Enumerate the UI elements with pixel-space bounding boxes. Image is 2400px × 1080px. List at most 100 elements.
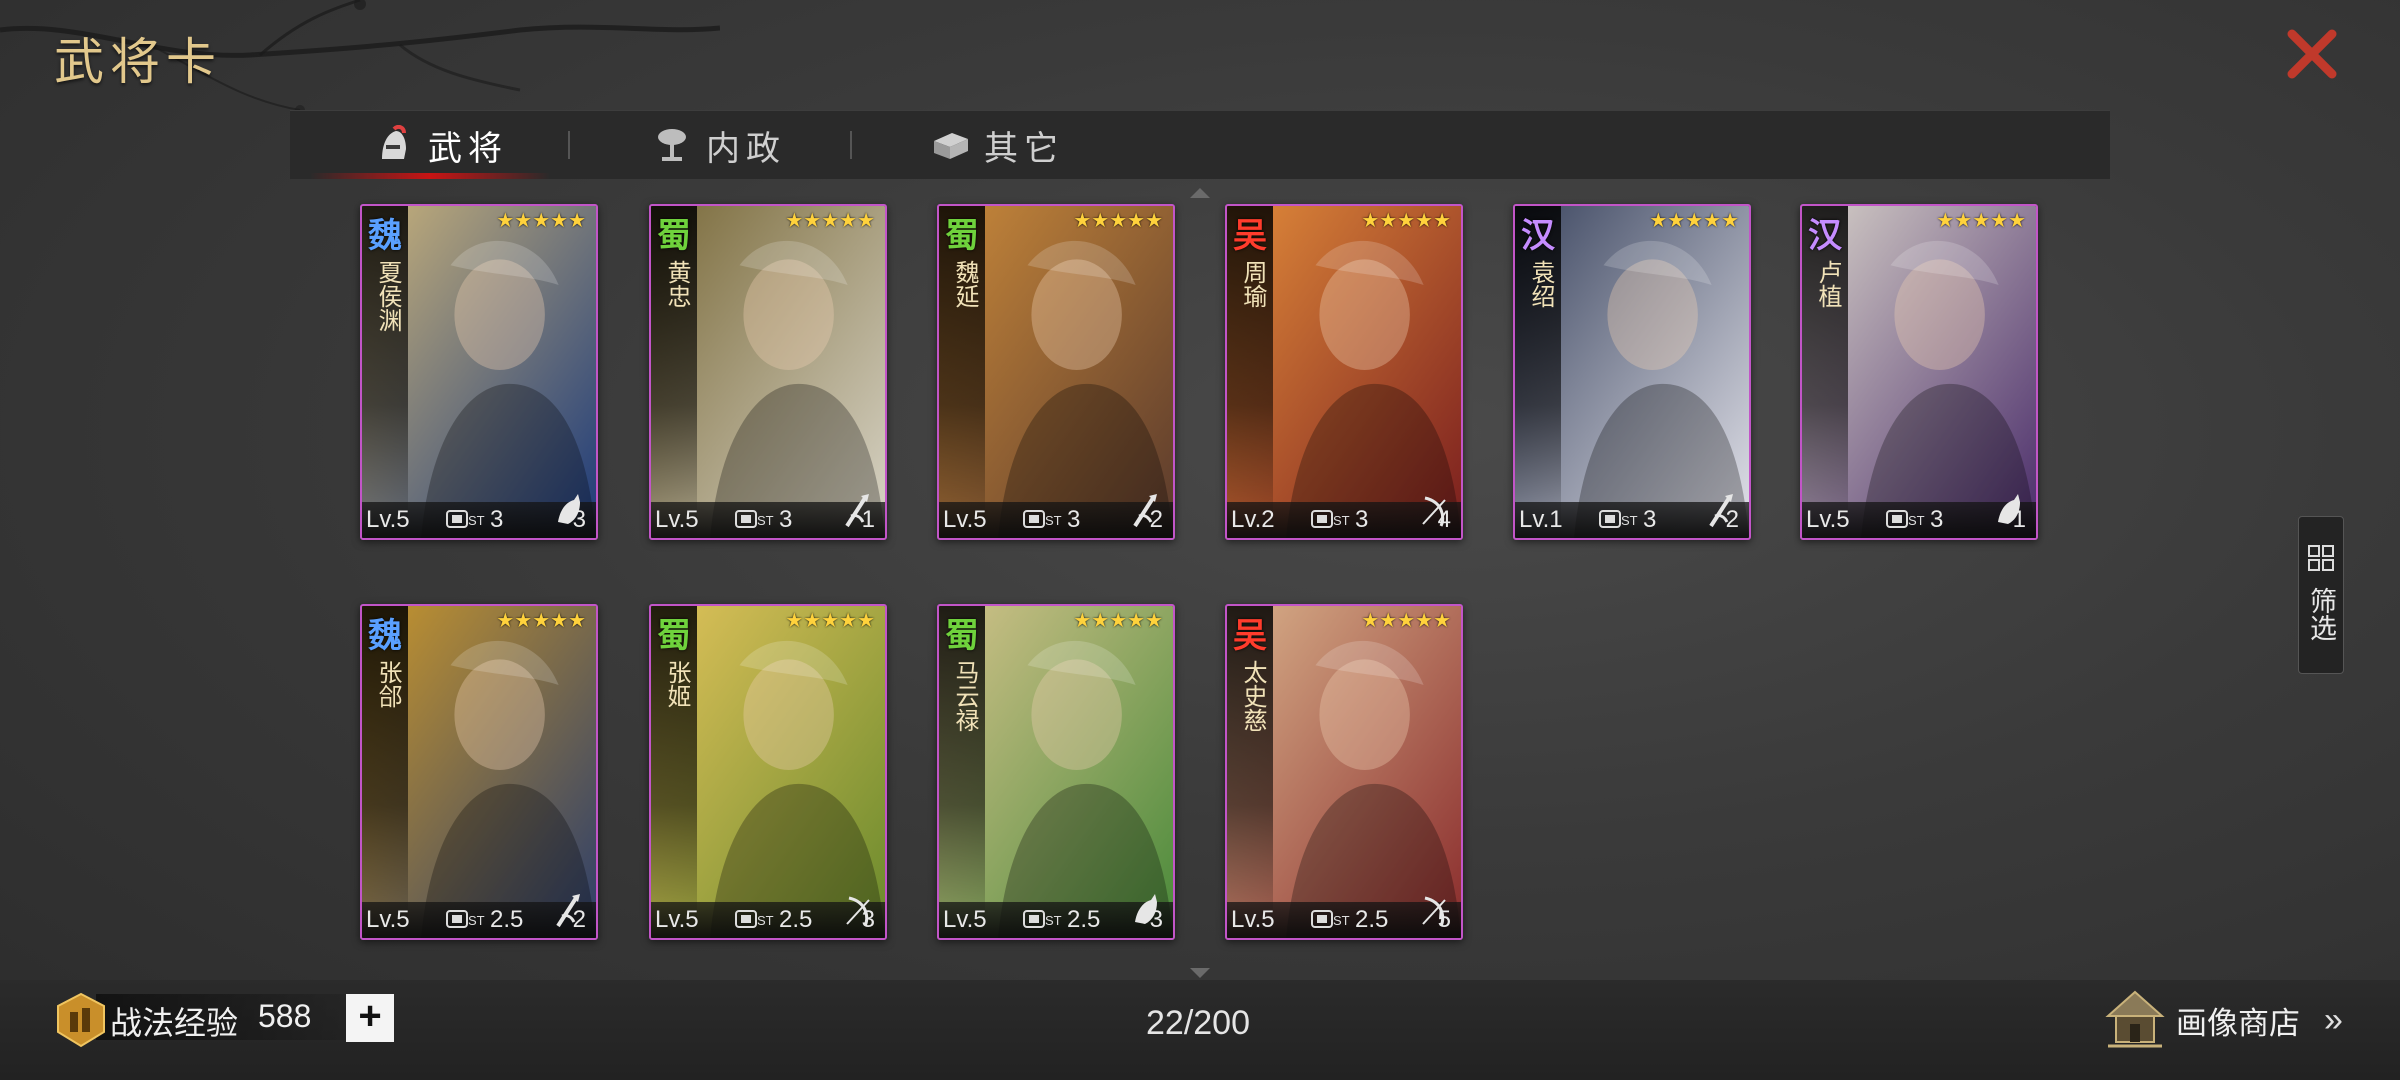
faction-badge: 魏 xyxy=(368,216,402,256)
general-name: 张姬 xyxy=(663,660,691,708)
cost-value: 2.5 xyxy=(1067,906,1101,933)
close-icon[interactable] xyxy=(2280,22,2344,86)
cost-icon-label: ST xyxy=(1908,513,1925,528)
filter-label: 筛选 xyxy=(2305,587,2336,641)
cost-value: 3 xyxy=(1930,506,1944,533)
card-stats-bar: Lv.5 ST 3 3 xyxy=(362,494,596,538)
card-count: 22/200 xyxy=(1146,1004,1250,1042)
filter-button[interactable]: 筛选 xyxy=(2298,516,2344,674)
general-card[interactable]: 汉卢植 ★★★★★ Lv.5 ST 3 1 xyxy=(1800,204,2038,540)
card-stats-bar: Lv.5 ST 2.5 2 xyxy=(362,894,596,938)
tactic-exp-value: 588 xyxy=(258,998,312,1034)
level-label: Lv.5 xyxy=(943,506,987,533)
tactic-exp-icon xyxy=(57,992,105,1048)
box-icon xyxy=(934,133,968,159)
card-count-value: 2 xyxy=(1149,506,1163,533)
tab-label: 其它 xyxy=(984,128,1064,169)
cost-icon: ST xyxy=(735,510,774,528)
star-rating: ★★★★★ xyxy=(1361,610,1451,632)
card-count-value: 2 xyxy=(572,906,586,933)
cost-icon-label: ST xyxy=(757,513,774,528)
general-name: 张郃 xyxy=(374,660,402,708)
general-card[interactable]: 蜀黄忠 ★★★★★ Lv.5 ST 3 1 xyxy=(649,204,887,540)
cost-icon: ST xyxy=(1311,910,1350,928)
star-rating: ★★★★★ xyxy=(785,210,875,232)
faction-badge: 蜀 xyxy=(945,216,979,256)
star-rating: ★★★★★ xyxy=(785,610,875,632)
general-card[interactable]: 蜀张姬 ★★★★★ Lv.5 ST 2.5 3 xyxy=(649,604,887,940)
add-exp-button[interactable]: + xyxy=(346,994,394,1042)
general-card[interactable]: 魏张郃 ★★★★★ Lv.5 ST 2.5 2 xyxy=(360,604,598,940)
general-card[interactable]: 魏夏侯渊 ★★★★★ Lv.5 ST 3 3 xyxy=(360,204,598,540)
faction-badge: 蜀 xyxy=(657,616,691,656)
tab-label: 内政 xyxy=(706,128,786,169)
star-rating: ★★★★★ xyxy=(1073,610,1163,632)
general-name: 卢植 xyxy=(1814,260,1842,308)
tab-separator xyxy=(850,131,852,159)
general-name: 周瑜 xyxy=(1239,260,1267,308)
faction-badge: 汉 xyxy=(1808,216,1842,256)
card-count-value: 3 xyxy=(1149,906,1163,933)
tree-icon xyxy=(658,129,686,161)
page-title: 武将卡 xyxy=(54,33,222,91)
scroll-down-icon xyxy=(1190,968,1210,978)
tab-internal-affairs[interactable]: 内政 xyxy=(652,111,786,179)
cost-icon-label: ST xyxy=(1333,913,1350,928)
level-label: Lv.5 xyxy=(1806,506,1850,533)
general-name: 魏延 xyxy=(951,260,979,308)
card-stats-bar: Lv.5 ST 3 2 xyxy=(939,494,1173,538)
cost-icon-label: ST xyxy=(1045,513,1062,528)
general-card[interactable]: 蜀马云禄 ★★★★★ Lv.5 ST 2.5 3 xyxy=(937,604,1175,940)
level-label: Lv.5 xyxy=(366,906,410,933)
level-label: Lv.5 xyxy=(1231,906,1275,933)
tab-generals[interactable]: 武将 xyxy=(374,111,508,179)
cost-icon-label: ST xyxy=(1333,513,1350,528)
star-rating: ★★★★★ xyxy=(1936,210,2026,232)
cost-value: 3 xyxy=(779,506,793,533)
grid-icon xyxy=(2308,545,2334,571)
general-card[interactable]: 蜀魏延 ★★★★★ Lv.5 ST 3 2 xyxy=(937,204,1175,540)
level-label: Lv.2 xyxy=(1231,506,1275,533)
level-label: Lv.5 xyxy=(655,506,699,533)
general-name: 袁绍 xyxy=(1527,260,1555,308)
card-stats-bar: Lv.2 ST 3 4 xyxy=(1227,496,1461,538)
star-rating: ★★★★★ xyxy=(496,610,586,632)
level-label: Lv.5 xyxy=(655,906,699,933)
cost-icon-label: ST xyxy=(1621,513,1638,528)
cost-icon: ST xyxy=(1023,510,1062,528)
tactic-exp-label: 战法经验 xyxy=(110,1005,239,1041)
cost-value: 2.5 xyxy=(490,906,524,933)
card-count-value: 2 xyxy=(1725,506,1739,533)
faction-badge: 魏 xyxy=(368,616,402,656)
cost-icon: ST xyxy=(446,510,485,528)
cost-value: 2.5 xyxy=(1355,906,1389,933)
star-rating: ★★★★★ xyxy=(1361,210,1451,232)
cost-value: 3 xyxy=(1643,506,1657,533)
cost-icon: ST xyxy=(446,910,485,928)
portrait-shop-button[interactable]: 画像商店 » xyxy=(2104,986,2343,1054)
faction-badge: 吴 xyxy=(1233,216,1267,256)
star-rating: ★★★★★ xyxy=(1649,210,1739,232)
general-card[interactable]: 吴周瑜 ★★★★★ Lv.2 ST 3 4 xyxy=(1225,204,1463,540)
general-name: 太史慈 xyxy=(1239,660,1267,732)
shop-label: 画像商店 xyxy=(2176,1005,2300,1041)
general-name: 马云禄 xyxy=(951,660,979,732)
level-label: Lv.5 xyxy=(366,506,410,533)
card-count-value: 1 xyxy=(2012,506,2026,533)
faction-badge: 吴 xyxy=(1233,616,1267,656)
helmet-icon xyxy=(382,125,406,159)
cost-value: 3 xyxy=(490,506,504,533)
general-name: 夏侯渊 xyxy=(374,260,402,332)
cost-icon: ST xyxy=(735,910,774,928)
general-card[interactable]: 吴太史慈 ★★★★★ Lv.5 ST 2.5 5 xyxy=(1225,604,1463,940)
tab-other[interactable]: 其它 xyxy=(930,111,1064,179)
level-label: Lv.5 xyxy=(943,906,987,933)
cost-icon: ST xyxy=(1599,510,1638,528)
cost-icon-label: ST xyxy=(468,513,485,528)
general-name: 黄忠 xyxy=(663,260,691,308)
cost-icon-label: ST xyxy=(757,913,774,928)
card-stats-bar: Lv.5 ST 3 1 xyxy=(651,494,885,538)
general-card[interactable]: 汉袁绍 ★★★★★ Lv.1 ST 3 2 xyxy=(1513,204,1751,540)
cost-icon-label: ST xyxy=(1045,913,1062,928)
faction-badge: 汉 xyxy=(1521,216,1555,256)
